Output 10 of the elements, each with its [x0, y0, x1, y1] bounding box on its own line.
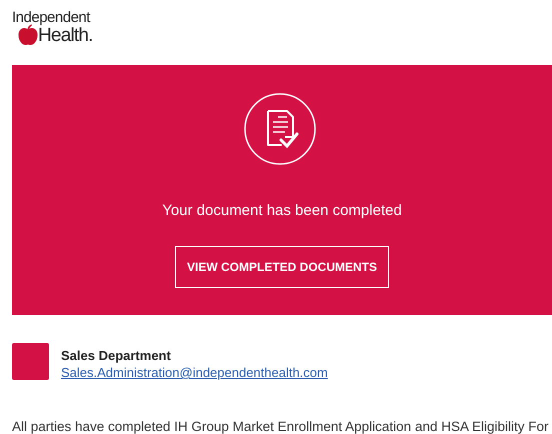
sender-name: Sales Department [61, 347, 172, 364]
document-check-icon [243, 92, 317, 166]
sender-avatar [12, 343, 49, 380]
completion-message: Your document has been completed [162, 201, 402, 221]
logo-wordmark: Independent [12, 10, 92, 26]
body-text: All parties have completed IH Group Market Enrollment Application and HSA Eligibility For [11, 418, 550, 434]
apple-icon [18, 24, 38, 46]
view-documents-button[interactable]: VIEW COMPLETED DOCUMENTS [174, 246, 389, 288]
sender-email-link[interactable]: Sales.Administration@independenthealth.com [61, 364, 328, 381]
logo-wordmark: Health. [38, 26, 93, 46]
